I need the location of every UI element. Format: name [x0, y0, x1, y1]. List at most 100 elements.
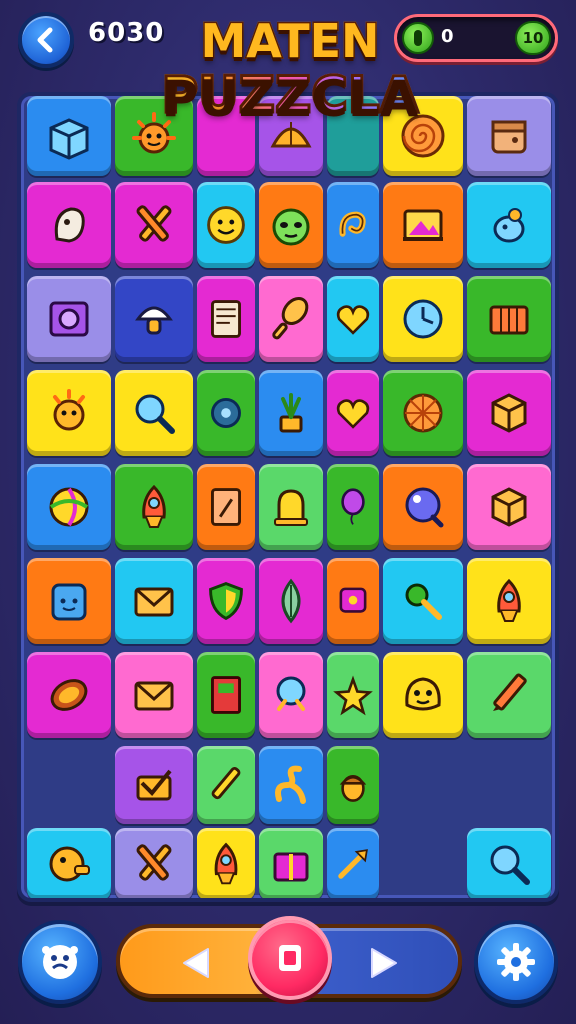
board-tile[interactable] [259, 464, 323, 550]
board-tile[interactable] [327, 370, 379, 456]
star-icon [333, 675, 373, 716]
card-icon [211, 488, 241, 526]
paddle-icon [272, 296, 309, 340]
orb-icon [276, 676, 306, 711]
board-tile[interactable] [115, 828, 193, 898]
next-button[interactable] [360, 940, 406, 986]
board-tile[interactable] [383, 652, 463, 738]
rocket-icon [214, 842, 238, 885]
coconut-icon [50, 679, 88, 711]
board-tile[interactable] [467, 652, 551, 738]
board-tile[interactable] [197, 828, 255, 898]
board-tile[interactable] [327, 464, 379, 550]
board-tile[interactable] [197, 464, 255, 550]
check-icon [136, 769, 172, 801]
board-tile[interactable] [115, 558, 193, 644]
board-tile[interactable] [197, 182, 255, 268]
board-tile[interactable] [27, 96, 111, 176]
board-tile[interactable] [383, 182, 463, 268]
board-tile[interactable] [115, 464, 193, 550]
gear-icon [497, 943, 535, 981]
shield-icon [209, 582, 243, 621]
board-tile[interactable] [27, 652, 111, 738]
hint-button[interactable] [18, 920, 102, 1004]
board-tile[interactable] [27, 464, 111, 550]
board-tile[interactable] [259, 558, 323, 644]
board-tile[interactable] [27, 558, 111, 644]
title-line-2: PUZZCLA [150, 65, 430, 126]
center-action-button[interactable] [248, 916, 332, 1000]
board-tile[interactable] [327, 746, 379, 824]
crossed-tools-icon [136, 205, 172, 242]
square-icon [279, 945, 301, 971]
alien-icon [272, 208, 310, 246]
board-tile[interactable] [327, 652, 379, 738]
board-tile[interactable] [197, 558, 255, 644]
board-tile[interactable] [467, 464, 551, 550]
block-icon [491, 393, 527, 433]
board-tile[interactable] [27, 182, 111, 268]
board-tile[interactable] [467, 182, 551, 268]
board-tile[interactable] [115, 276, 193, 362]
blob-face-icon [405, 677, 441, 711]
bell-icon [274, 489, 308, 526]
crate-icon [489, 305, 529, 335]
game-title: MATEN PUZZCLA [150, 12, 430, 142]
board-tile[interactable] [383, 558, 463, 644]
previous-button[interactable] [174, 940, 220, 986]
board-tile[interactable] [259, 652, 323, 738]
ghost-icon [54, 207, 85, 243]
board-tile[interactable] [115, 652, 193, 738]
rocket-icon [142, 484, 166, 528]
board-tile[interactable] [383, 276, 463, 362]
board-tile[interactable] [27, 276, 111, 362]
board-tile[interactable] [327, 828, 379, 898]
tag-icon [339, 587, 367, 613]
board-tile[interactable] [467, 96, 551, 176]
curl-icon [339, 211, 366, 237]
board-tile[interactable] [467, 370, 551, 456]
board-tile[interactable] [115, 746, 193, 824]
board-tile[interactable] [259, 370, 323, 456]
board-tile[interactable] [327, 182, 379, 268]
board-tile[interactable] [259, 828, 323, 898]
board-tile[interactable] [197, 276, 255, 362]
board-tile[interactable] [327, 276, 379, 362]
board-tile[interactable] [27, 370, 111, 456]
clock-icon [403, 299, 443, 339]
board-tile[interactable] [259, 276, 323, 362]
board-tile[interactable] [467, 276, 551, 362]
board-tile[interactable] [259, 746, 323, 824]
smiley-icon [207, 206, 245, 244]
board-tile[interactable] [383, 464, 463, 550]
back-button[interactable] [18, 12, 74, 68]
bubble-icon [405, 487, 444, 528]
gear-icon [211, 398, 241, 428]
bird-icon [493, 208, 525, 243]
speaker-box-icon [49, 301, 89, 337]
box-icon [491, 120, 527, 154]
board-tile[interactable] [197, 652, 255, 738]
board-tile[interactable] [467, 558, 551, 644]
plant-icon [279, 393, 303, 433]
board-tile[interactable] [327, 558, 379, 644]
board-tile[interactable] [115, 182, 193, 268]
board-tile[interactable] [197, 746, 255, 824]
board-tile[interactable] [27, 828, 111, 898]
sun-face-icon [53, 389, 85, 431]
board-tile[interactable] [467, 828, 551, 898]
board-tile[interactable] [197, 370, 255, 456]
fish-icon [49, 846, 90, 882]
board-tile[interactable] [383, 370, 463, 456]
settings-button[interactable] [474, 920, 558, 1004]
arrow-icon [338, 849, 368, 879]
heart-icon [336, 399, 370, 429]
board-tile[interactable] [115, 370, 193, 456]
magnifier-icon [490, 845, 530, 885]
crossed-tools-icon [136, 844, 172, 881]
envelope-icon [134, 681, 174, 711]
cube-icon [49, 118, 89, 160]
board-tile[interactable] [259, 182, 323, 268]
puzzle-board [17, 92, 559, 902]
gift-icon [273, 852, 309, 882]
